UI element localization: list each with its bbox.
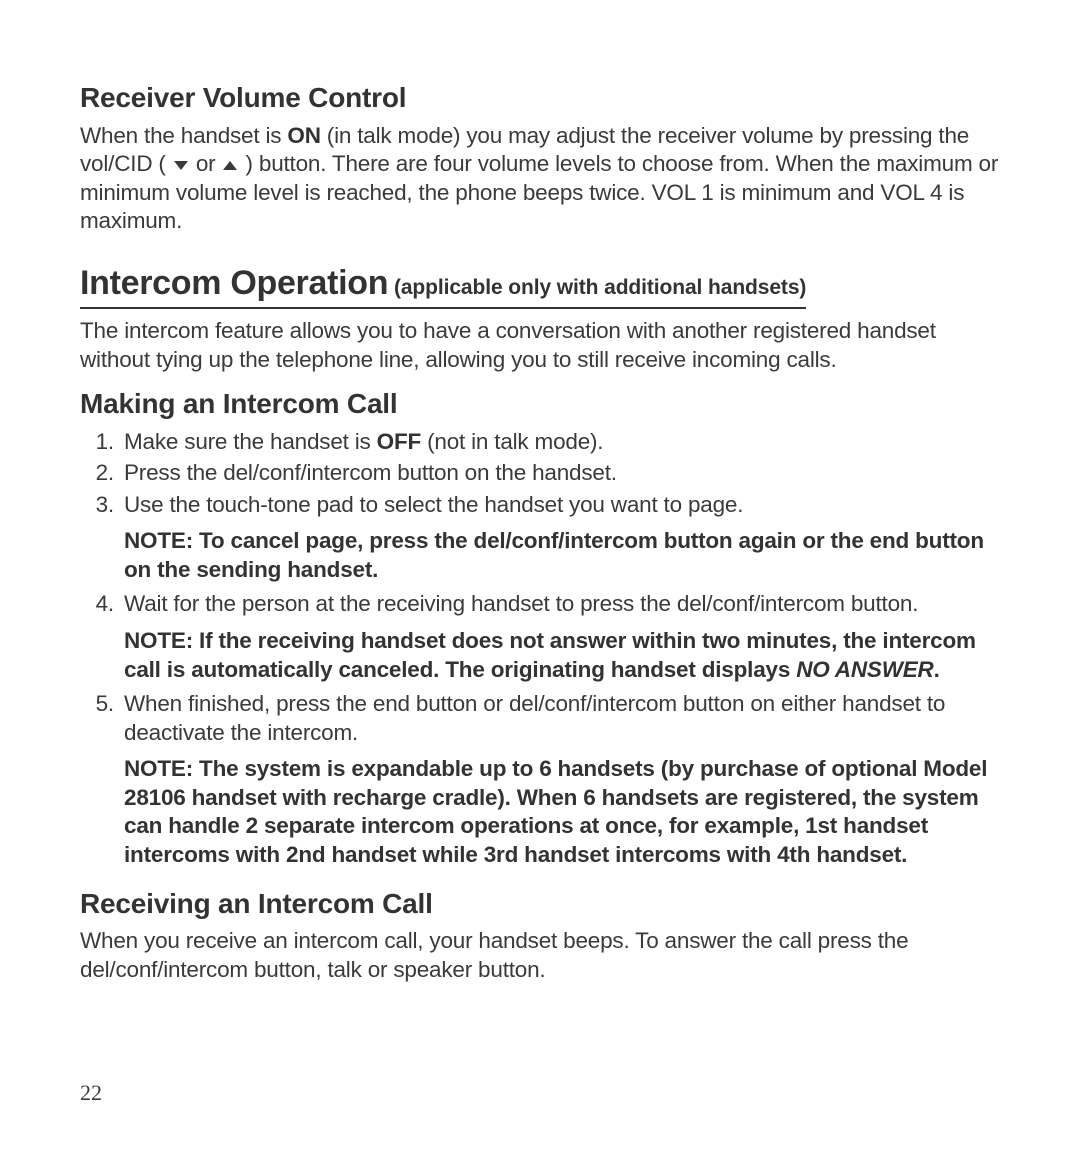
triangle-up-icon: [223, 161, 237, 170]
manual-page: Receiver Volume Control When the handset…: [0, 0, 1080, 984]
list-item: Press the del/conf/intercom button on th…: [120, 459, 1000, 488]
heading-receiver-volume: Receiver Volume Control: [80, 80, 1000, 116]
page-number: 22: [80, 1080, 102, 1106]
triangle-down-icon: [174, 161, 188, 170]
list-item: Make sure the handset is OFF (not in tal…: [120, 428, 1000, 457]
text: When the handset is: [80, 123, 287, 148]
text: Make sure the handset is: [124, 429, 377, 454]
ordered-list-making-intercom-cont2: When finished, press the end button or d…: [80, 690, 1000, 747]
text: .: [934, 657, 940, 682]
ordered-list-making-intercom-cont: Wait for the person at the receiving han…: [80, 590, 1000, 619]
note-cancel-page: NOTE: To cancel page, press the del/conf…: [124, 527, 1000, 584]
heading-intercom-operation: Intercom Operation: [80, 264, 388, 302]
note-expandable: NOTE: The system is expandable up to 6 h…: [124, 755, 1000, 869]
subheading-intercom-operation: (applicable only with additional handset…: [388, 276, 806, 299]
heading-intercom-operation-line: Intercom Operation (applicable only with…: [80, 262, 806, 309]
list-item: Use the touch-tone pad to select the han…: [120, 491, 1000, 520]
text-no-answer: NO ANSWER: [796, 657, 933, 682]
heading-receiving-intercom-call: Receiving an Intercom Call: [80, 886, 1000, 922]
text: (not in talk mode).: [421, 429, 603, 454]
text-on: ON: [287, 123, 320, 148]
list-item: Wait for the person at the receiving han…: [120, 590, 1000, 619]
heading-making-intercom-call: Making an Intercom Call: [80, 386, 1000, 422]
ordered-list-making-intercom: Make sure the handset is OFF (not in tal…: [80, 428, 1000, 520]
paragraph-intercom-operation: The intercom feature allows you to have …: [80, 317, 1000, 374]
text: or: [190, 151, 222, 176]
list-item: When finished, press the end button or d…: [120, 690, 1000, 747]
note-no-answer: NOTE: If the receiving handset does not …: [124, 627, 1000, 684]
paragraph-receiver-volume: When the handset is ON (in talk mode) yo…: [80, 122, 1000, 236]
text-off: OFF: [377, 429, 421, 454]
paragraph-receiving-intercom: When you receive an intercom call, your …: [80, 927, 1000, 984]
